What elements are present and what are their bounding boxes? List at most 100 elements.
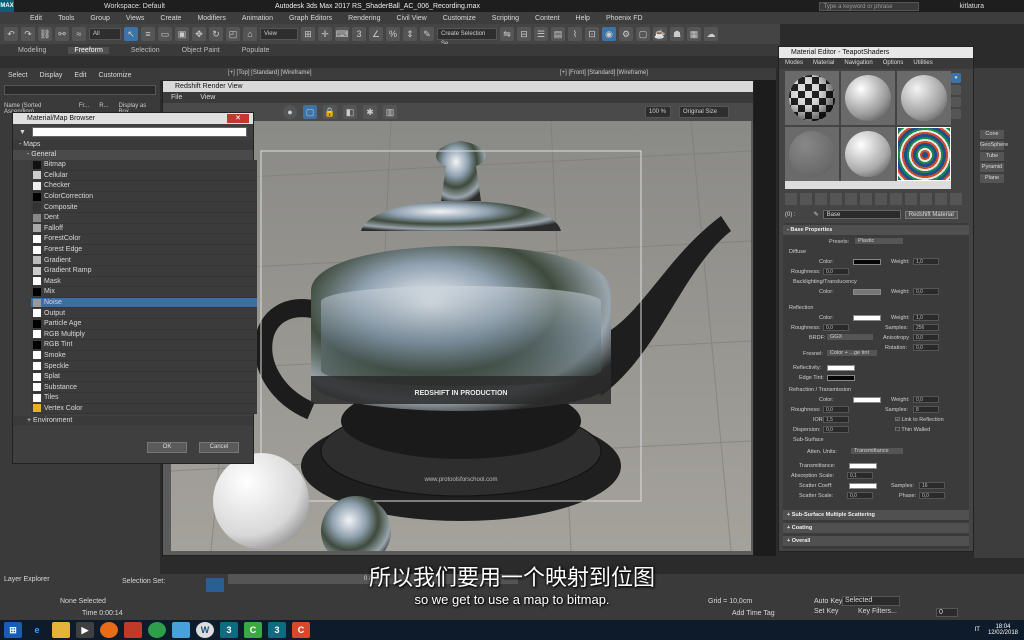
- cancel-button[interactable]: Cancel: [199, 442, 239, 453]
- browser-search-input[interactable]: [31, 127, 247, 137]
- explorer-menu-customize[interactable]: Customize: [98, 72, 131, 79]
- schematic-icon[interactable]: ⊡: [585, 27, 599, 41]
- render-region-icon[interactable]: ▦: [687, 27, 701, 41]
- region-icon[interactable]: ▢: [303, 105, 317, 119]
- map-item[interactable]: Splat: [31, 371, 257, 383]
- assign-icon[interactable]: [815, 193, 827, 205]
- sample-type-icon[interactable]: ●: [951, 73, 961, 83]
- map-item[interactable]: Tiles: [31, 393, 257, 404]
- max-taskbar-icon[interactable]: 3: [268, 622, 286, 638]
- refl-color-swatch[interactable]: [853, 315, 881, 321]
- move-icon[interactable]: ✥: [192, 27, 206, 41]
- refr-samples-input[interactable]: 8: [913, 406, 939, 413]
- select-icon[interactable]: ↖: [124, 27, 138, 41]
- a360-icon[interactable]: ☁: [704, 27, 718, 41]
- stop-icon[interactable]: ●: [283, 105, 297, 119]
- map-item[interactable]: Mask: [31, 276, 257, 288]
- align-icon[interactable]: ⊟: [517, 27, 531, 41]
- map-item[interactable]: Cellular: [31, 170, 257, 182]
- menu-create[interactable]: Create: [160, 15, 181, 22]
- diffuse-color-swatch[interactable]: [853, 259, 881, 265]
- angle-snap-icon[interactable]: ∠: [369, 27, 383, 41]
- eyedropper-icon[interactable]: ✎: [814, 211, 819, 218]
- viewport-label-front[interactable]: [+] [Front] [Standard] [Wireframe]: [560, 70, 648, 76]
- map-item[interactable]: Mix: [31, 287, 257, 298]
- reset-icon[interactable]: [830, 193, 842, 205]
- fresnel-dropdown[interactable]: Color + ...ge tint: [827, 350, 877, 356]
- map-item[interactable]: Noise: [31, 297, 257, 309]
- lock-icon[interactable]: 🔒: [323, 105, 337, 119]
- link-icon[interactable]: ⛓: [38, 27, 52, 41]
- select-manipulate-icon[interactable]: ✛: [318, 27, 332, 41]
- environment-group[interactable]: + Environment: [13, 416, 253, 427]
- ok-button[interactable]: OK: [147, 442, 187, 453]
- phase-input[interactable]: 0,0: [919, 492, 945, 499]
- zoom-select[interactable]: 100 %: [645, 106, 671, 118]
- ribbon-tab-object-paint[interactable]: Object Paint: [182, 47, 220, 54]
- settings-icon[interactable]: ✱: [363, 105, 377, 119]
- mirror-icon[interactable]: ⇋: [500, 27, 514, 41]
- render-menu-file[interactable]: File: [171, 92, 182, 103]
- options-icon[interactable]: ▼: [19, 129, 26, 136]
- render-menu-view[interactable]: View: [200, 92, 215, 103]
- window-crossing-icon[interactable]: ▣: [175, 27, 189, 41]
- map-item[interactable]: Gradient: [31, 255, 257, 266]
- start-icon[interactable]: ⊞: [4, 622, 22, 638]
- menu-graph-editors[interactable]: Graph Editors: [289, 15, 332, 22]
- rollout-header[interactable]: + Coating: [783, 523, 969, 533]
- menu-content[interactable]: Content: [535, 15, 560, 22]
- put-library-icon[interactable]: [875, 193, 887, 205]
- medit-menu-navigation[interactable]: Navigation: [844, 58, 872, 69]
- rendered-frame-icon[interactable]: ▢: [636, 27, 650, 41]
- search-input[interactable]: Type a keyword or phrase: [819, 1, 920, 11]
- medit-menu-modes[interactable]: Modes: [785, 58, 803, 69]
- ribbon-tab-populate[interactable]: Populate: [242, 47, 270, 54]
- redo-icon[interactable]: ↷: [21, 27, 35, 41]
- backlight-icon[interactable]: [951, 85, 961, 95]
- reflectivity-swatch[interactable]: [827, 365, 855, 371]
- rect-select-icon[interactable]: ▭: [158, 27, 172, 41]
- layer-manager-icon[interactable]: ☰: [534, 27, 548, 41]
- sample-slot[interactable]: [897, 127, 951, 181]
- absorption-input[interactable]: 0,1: [847, 472, 873, 479]
- refr-color-swatch[interactable]: [853, 397, 881, 403]
- menu-group[interactable]: Group: [90, 15, 109, 22]
- base-properties-rollout[interactable]: - Base Properties: [783, 225, 969, 235]
- map-item[interactable]: Smoke: [31, 350, 257, 362]
- snap-icon[interactable]: 3: [352, 27, 366, 41]
- transmittance-swatch[interactable]: [849, 463, 877, 469]
- app-logo[interactable]: MAX: [0, 0, 14, 12]
- create-tube-button[interactable]: Tube: [980, 152, 1004, 161]
- uv-tiling-icon[interactable]: [951, 109, 961, 119]
- menu-tools[interactable]: Tools: [58, 15, 74, 22]
- create-cone-button[interactable]: Cone: [980, 130, 1004, 139]
- set-key-button[interactable]: Set Key: [814, 608, 839, 615]
- explorer-search[interactable]: [4, 85, 156, 95]
- scatter-scale-input[interactable]: 0,0: [847, 492, 873, 499]
- ior-input[interactable]: 1,5: [823, 416, 849, 423]
- viewport-label-top[interactable]: [+] [Top] [Standard] [Wireframe]: [228, 70, 312, 76]
- camtasia-icon[interactable]: C: [244, 622, 262, 638]
- pivot-icon[interactable]: ⊞: [301, 27, 315, 41]
- render-production-icon[interactable]: ☗: [670, 27, 684, 41]
- create-pyramid-button[interactable]: Pyramid: [980, 163, 1004, 172]
- sample-slot[interactable]: [897, 71, 951, 125]
- show-map-icon[interactable]: [905, 193, 917, 205]
- backlight-color-swatch[interactable]: [853, 289, 881, 295]
- menu-edit[interactable]: Edit: [30, 15, 42, 22]
- ie-icon[interactable]: e: [28, 622, 46, 638]
- maps-section[interactable]: - Maps: [13, 140, 253, 150]
- scene-explorer-icon[interactable]: ▤: [551, 27, 565, 41]
- workspace-selector[interactable]: Workspace: Default: [104, 3, 165, 10]
- diffuse-weight-input[interactable]: 1,0: [913, 258, 939, 265]
- render-canvas[interactable]: REDSHIFT IN PRODUCTION www.protoolsforsc…: [171, 121, 751, 551]
- place-icon[interactable]: ⌂: [243, 27, 257, 41]
- map-item[interactable]: Bitmap: [31, 160, 257, 171]
- backlight-weight-input[interactable]: 0,0: [913, 288, 939, 295]
- key-filters-button[interactable]: Key Filters...: [858, 608, 897, 615]
- reference-coord[interactable]: View: [260, 28, 298, 40]
- map-item[interactable]: Gradient Ramp: [31, 265, 257, 277]
- keyboard-shortcut-icon[interactable]: ⌨: [335, 27, 349, 41]
- map-item[interactable]: Speckle: [31, 361, 257, 372]
- close-icon[interactable]: ✕: [227, 114, 249, 123]
